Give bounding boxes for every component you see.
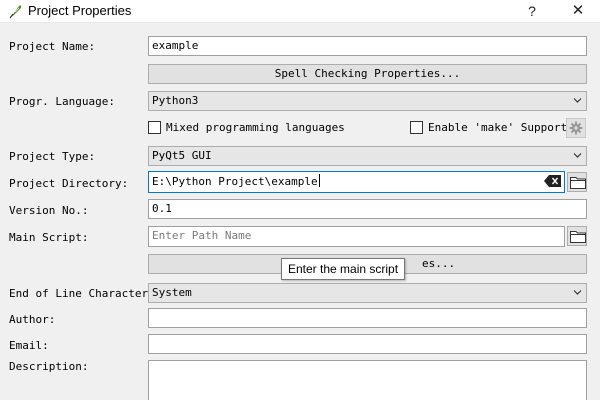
enable-make-label: Enable 'make' Support [428, 121, 568, 134]
window-title: Project Properties [28, 3, 132, 18]
project-directory-value: E:\Python Project\example [152, 175, 318, 188]
progr-language-label: Progr. Language: [9, 95, 115, 108]
description-label: Description: [9, 360, 89, 373]
progr-language-value: Python3 [152, 94, 199, 107]
close-button[interactable]: ✕ [556, 0, 600, 22]
author-input[interactable] [148, 308, 587, 328]
end-of-line-label: End of Line Character: [9, 287, 155, 300]
chevron-down-icon [573, 98, 582, 103]
main-script-label: Main Script: [9, 231, 89, 244]
project-type-value: PyQt5 GUI [152, 149, 212, 162]
chevron-down-icon [573, 153, 582, 158]
project-type-label: Project Type: [9, 150, 96, 163]
spell-checking-button[interactable]: Spell Checking Properties... [148, 64, 587, 84]
main-script-browse-button[interactable] [567, 226, 587, 246]
title-bar: Project Properties ? ✕ [0, 0, 600, 23]
version-no-label: Version No.: [9, 204, 89, 217]
mixed-languages-checkbox[interactable] [148, 121, 161, 134]
enable-make-checkbox[interactable] [410, 121, 423, 134]
make-settings-button[interactable] [566, 118, 586, 138]
main-script-tooltip: Enter the main script [281, 258, 406, 280]
project-directory-browse-button[interactable] [567, 172, 587, 192]
folder-icon [570, 231, 586, 243]
gear-icon [569, 121, 583, 135]
description-textarea[interactable] [148, 360, 587, 400]
author-label: Author: [9, 313, 56, 326]
properties-button-label: es... [422, 257, 456, 270]
end-of-line-value: System [152, 286, 192, 299]
text-caret [318, 174, 320, 187]
progr-language-combo[interactable]: Python3 [148, 91, 587, 111]
project-directory-label: Project Directory: [9, 177, 129, 190]
email-input[interactable] [148, 334, 587, 354]
project-name-value: example [152, 39, 199, 52]
main-script-input[interactable]: Enter Path Name [148, 226, 565, 247]
project-name-label: Project Name: [9, 40, 96, 53]
chevron-down-icon [573, 290, 582, 295]
folder-icon [570, 177, 586, 189]
mixed-languages-label: Mixed programming languages [166, 121, 345, 134]
end-of-line-combo[interactable]: System [148, 283, 587, 303]
version-no-value: 0.1 [152, 202, 172, 215]
help-button[interactable]: ? [510, 0, 554, 22]
main-script-placeholder: Enter Path Name [152, 229, 252, 242]
version-no-input[interactable]: 0.1 [148, 199, 587, 219]
email-label: Email: [9, 339, 49, 352]
clear-text-icon[interactable] [544, 175, 562, 187]
project-type-combo[interactable]: PyQt5 GUI [148, 146, 587, 166]
project-directory-input[interactable]: E:\Python Project\example [148, 171, 565, 193]
project-name-input[interactable]: example [148, 36, 587, 56]
quill-pen-icon [9, 5, 22, 19]
